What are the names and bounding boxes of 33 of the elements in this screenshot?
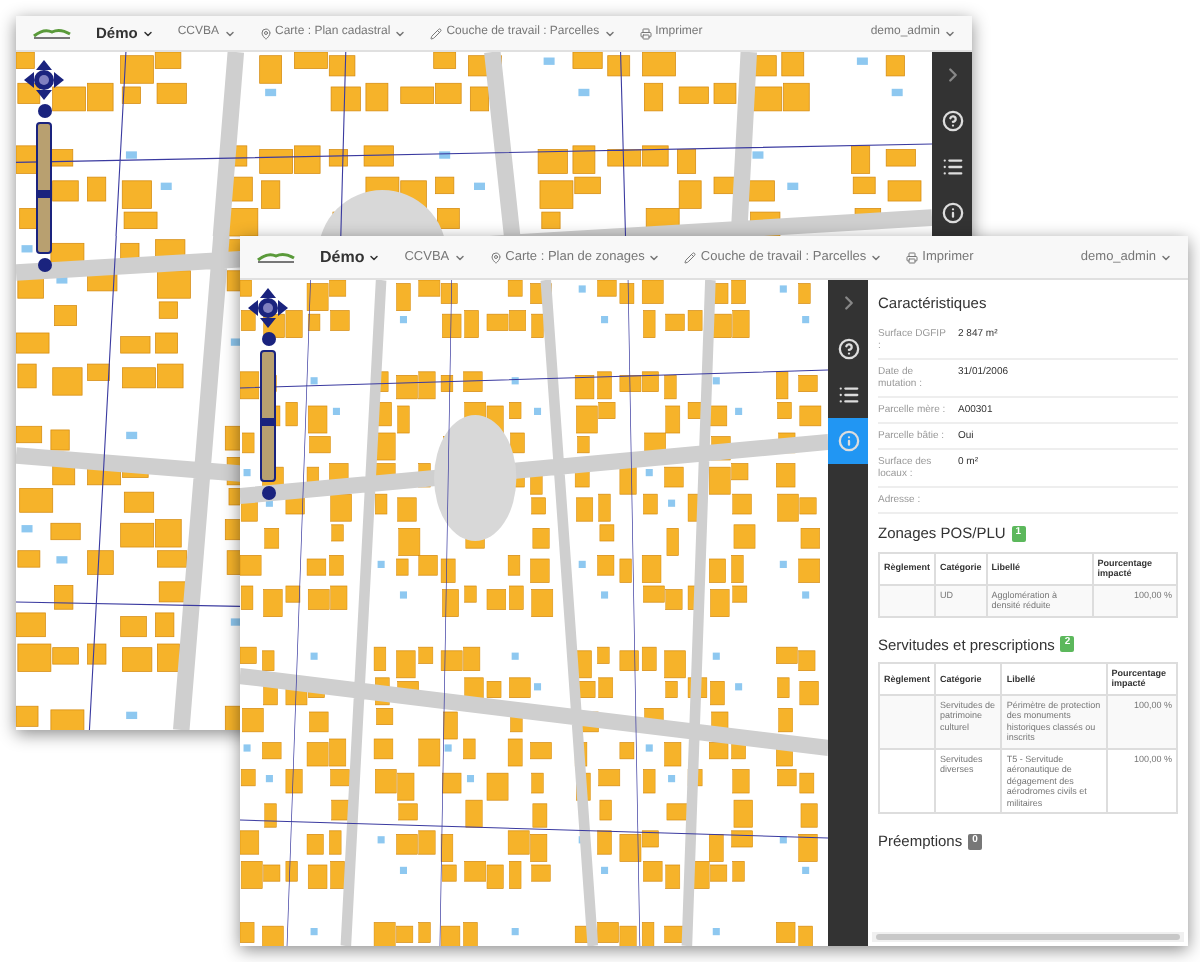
info-icon: [837, 430, 859, 452]
caret-icon: [223, 27, 236, 39]
horizontal-scrollbar[interactable]: [872, 932, 1184, 942]
printer-icon: [906, 251, 919, 263]
caret-icon: [648, 251, 661, 263]
zoom-in-icon[interactable]: [37, 104, 51, 118]
zoom-slider-thumb[interactable]: [36, 190, 52, 199]
caret-icon: [141, 27, 154, 39]
pan-control-icon[interactable]: [248, 288, 288, 328]
help-icon: [941, 110, 963, 132]
pin-icon: [259, 27, 272, 39]
pencil-icon: [430, 27, 443, 39]
caret-icon: [944, 27, 956, 39]
caret-icon: [394, 27, 407, 39]
printer-icon: [639, 27, 652, 39]
logo-icon: [32, 26, 72, 40]
pencil-icon: [684, 251, 697, 263]
info-icon: [941, 202, 963, 224]
caret-icon: [368, 251, 381, 263]
zoom-in-icon[interactable]: [261, 332, 275, 346]
brand-menu[interactable]: Démo: [320, 245, 381, 269]
zoom-out-icon[interactable]: [37, 258, 51, 272]
list-icon: [941, 156, 963, 178]
logo-icon: [256, 250, 296, 264]
caret-icon: [603, 27, 616, 39]
help-icon: [837, 338, 859, 360]
caret-icon: [453, 251, 466, 263]
pan-control-icon[interactable]: [24, 60, 64, 100]
list-icon: [837, 384, 859, 406]
pin-icon: [489, 251, 502, 263]
caret-icon: [870, 251, 883, 263]
caret-icon: [1160, 251, 1172, 263]
zoom-slider-thumb[interactable]: [260, 418, 276, 427]
